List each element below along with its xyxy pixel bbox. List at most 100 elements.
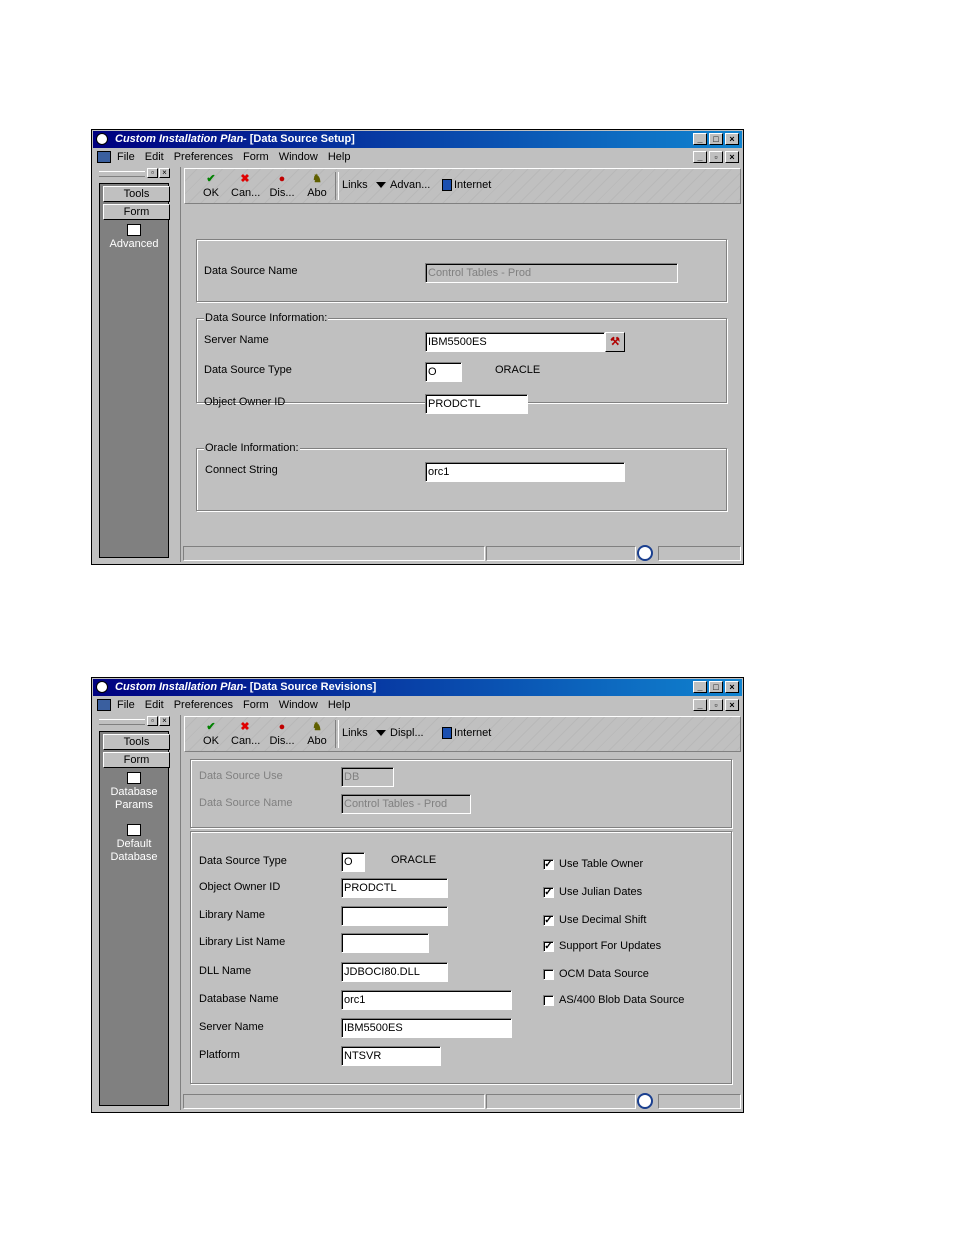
library-list-field[interactable]	[341, 933, 429, 953]
display-dropdown-label: Displ...	[390, 727, 424, 739]
menu-form[interactable]: Form	[243, 699, 269, 711]
display-button[interactable]: ● Dis...	[268, 172, 296, 199]
data-source-name-field: Control Tables - Prod	[425, 263, 678, 283]
tab-form[interactable]: Form	[103, 752, 170, 768]
library-name-label: Library Name	[199, 909, 266, 921]
platform-field[interactable]: NTSVR	[341, 1046, 441, 1066]
panel-grip[interactable]	[99, 719, 145, 725]
tab-form[interactable]: Form	[103, 204, 170, 220]
cancel-button[interactable]: ✖ Can...	[231, 172, 261, 199]
checkbox-box[interactable]	[543, 994, 554, 1006]
use-table-owner-checkbox[interactable]: ✓ Use Table Owner	[543, 858, 643, 870]
menu-file[interactable]: File	[117, 151, 135, 163]
data-source-type-desc: ORACLE	[495, 364, 541, 376]
maximize-button[interactable]: □	[709, 681, 723, 693]
panel-close-button[interactable]: ×	[159, 716, 170, 726]
about-button[interactable]: ♞ Abo	[303, 172, 331, 199]
dll-name-field[interactable]: JDBOCI80.DLL	[341, 962, 448, 982]
panel-item-default-database[interactable]: Default Database	[100, 824, 168, 864]
object-owner-field[interactable]: PRODCTL	[425, 394, 528, 414]
cancel-button[interactable]: ✖ Can...	[231, 720, 260, 747]
main-area: ✔ OK ✖ Can... ● Dis... ♞ Abo Links Displ…	[180, 715, 743, 1110]
child-minimize-button[interactable]: _	[693, 151, 707, 163]
status-segment	[658, 1094, 741, 1109]
panel-close-button[interactable]: ×	[159, 168, 170, 178]
checkbox-box[interactable]: ✓	[543, 886, 554, 898]
panel-item-advanced[interactable]: Advanced	[100, 224, 168, 251]
data-source-type-field[interactable]: O	[425, 362, 462, 382]
toolbar-separator	[335, 172, 339, 200]
use-julian-dates-checkbox[interactable]: ✓ Use Julian Dates	[543, 886, 642, 898]
menu-bar: File Edit Preferences Form Window Help _…	[93, 697, 742, 714]
data-source-type-field[interactable]: O	[341, 852, 365, 872]
document-icon[interactable]	[97, 151, 111, 163]
display-icon: ●	[278, 173, 286, 185]
menu-window[interactable]: Window	[279, 699, 318, 711]
tab-tools[interactable]: Tools	[103, 734, 170, 750]
internet-button[interactable]: Internet	[442, 179, 491, 192]
as400-blob-data-source-checkbox[interactable]: AS/400 Blob Data Source	[543, 994, 684, 1006]
links-button[interactable]: Links	[342, 179, 368, 191]
close-button[interactable]: ×	[725, 133, 739, 145]
ocm-data-source-checkbox[interactable]: OCM Data Source	[543, 968, 649, 980]
checkbox-box[interactable]: ✓	[543, 914, 554, 926]
menu-edit[interactable]: Edit	[145, 151, 164, 163]
checkbox-box[interactable]: ✓	[543, 940, 554, 952]
tab-tools[interactable]: Tools	[103, 186, 170, 202]
form-content: Data Source Name Control Tables - Prod D…	[184, 207, 740, 540]
close-button[interactable]: ×	[725, 681, 739, 693]
app-icon	[96, 133, 108, 145]
child-restore-button[interactable]: ▫	[709, 151, 723, 163]
menu-help[interactable]: Help	[328, 699, 351, 711]
data-source-name-label: Data Source Name	[204, 265, 298, 277]
links-button[interactable]: Links	[342, 727, 368, 739]
about-button[interactable]: ♞ Abo	[303, 720, 331, 747]
internet-button[interactable]: Internet	[442, 727, 491, 740]
database-name-field[interactable]: orc1	[341, 990, 512, 1010]
display-label: Dis...	[269, 187, 295, 199]
cancel-label: Can...	[231, 187, 261, 199]
panel-item-database-params[interactable]: Database Params	[100, 772, 168, 812]
menu-edit[interactable]: Edit	[145, 699, 164, 711]
display-dropdown[interactable]: Displ...	[376, 727, 424, 739]
checkbox-label: Support For Updates	[559, 940, 662, 952]
minimize-button[interactable]: _	[693, 133, 707, 145]
panel-restore-button[interactable]: ▫	[147, 716, 158, 726]
child-close-button[interactable]: ×	[725, 151, 739, 163]
maximize-button[interactable]: □	[709, 133, 723, 145]
menu-preferences[interactable]: Preferences	[174, 699, 233, 711]
panel-body: Tools Form Advanced	[99, 183, 170, 558]
support-for-updates-checkbox[interactable]: ✓ Support For Updates	[543, 940, 661, 952]
child-minimize-button[interactable]: _	[693, 699, 707, 711]
advanced-dropdown[interactable]: Advan...	[376, 179, 430, 191]
checkbox-box[interactable]	[543, 968, 554, 980]
menu-preferences[interactable]: Preferences	[174, 151, 233, 163]
checkbox-box[interactable]: ✓	[543, 858, 554, 870]
menu-form[interactable]: Form	[243, 151, 269, 163]
ok-button[interactable]: ✔ OK	[197, 720, 225, 747]
server-name-field[interactable]: IBM5500ES	[341, 1018, 512, 1038]
menu-window[interactable]: Window	[279, 151, 318, 163]
advanced-dropdown-label: Advan...	[390, 179, 431, 191]
display-button[interactable]: ● Dis...	[268, 720, 296, 747]
menu-help[interactable]: Help	[328, 151, 351, 163]
server-name-field[interactable]: IBM5500ES	[425, 332, 605, 352]
child-close-button[interactable]: ×	[725, 699, 739, 711]
ok-button[interactable]: ✔ OK	[197, 172, 225, 199]
status-segment	[658, 546, 741, 561]
use-decimal-shift-checkbox[interactable]: ✓ Use Decimal Shift	[543, 914, 646, 926]
minimize-button[interactable]: _	[693, 681, 707, 693]
data-source-use-label: Data Source Use	[199, 770, 283, 782]
about-icon: ♞	[312, 721, 322, 733]
visual-assist-icon[interactable]: ⚒	[605, 332, 625, 352]
toolbar-separator	[335, 720, 339, 748]
connect-string-field[interactable]: orc1	[425, 462, 625, 482]
panel-grip[interactable]	[99, 171, 145, 177]
object-owner-field[interactable]: PRODCTL	[341, 878, 448, 898]
panel-restore-button[interactable]: ▫	[147, 168, 158, 178]
library-name-field[interactable]	[341, 906, 448, 926]
document-icon[interactable]	[97, 699, 111, 711]
menu-file[interactable]: File	[117, 699, 135, 711]
child-restore-button[interactable]: ▫	[709, 699, 723, 711]
status-segment	[486, 1094, 636, 1109]
